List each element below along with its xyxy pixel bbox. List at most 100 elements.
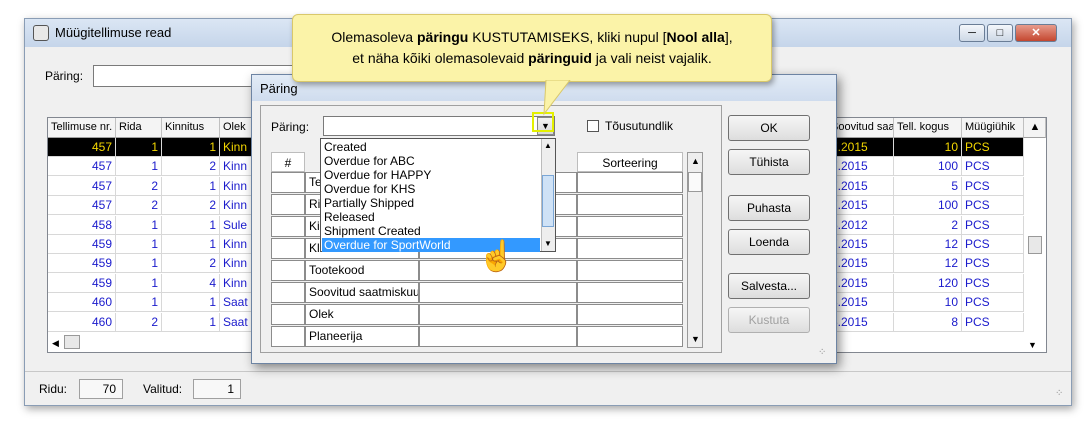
cancel-button[interactable]: Tühista	[728, 149, 810, 175]
column-header-date[interactable]: Soovitud saatm	[828, 118, 894, 138]
grid-scroll-up-arrow[interactable]: ▲	[691, 156, 700, 166]
grid-row-number-cell[interactable]	[271, 260, 305, 281]
table-cell-unit[interactable]: PCS	[962, 176, 1024, 196]
table-cell-line[interactable]: 1	[116, 293, 162, 313]
table-cell-unit[interactable]: PCS	[962, 235, 1024, 254]
dropdown-item[interactable]: Overdue for HAPPY	[322, 168, 540, 182]
table-cell-qty[interactable]: 100	[894, 196, 962, 216]
table-cell-confirm[interactable]: 1	[162, 176, 220, 196]
table-cell-confirm[interactable]: 1	[162, 138, 220, 157]
table-cell-confirm[interactable]: 2	[162, 157, 220, 177]
query-dropdown-list[interactable]: Created Overdue for ABC Overdue for HAPPY O…	[320, 138, 556, 252]
ok-button[interactable]: OK	[728, 115, 810, 141]
table-cell-confirm[interactable]: 1	[162, 235, 220, 254]
grid-field-cell[interactable]: Tootekood	[305, 260, 419, 281]
table-cell-date[interactable]: 7.2015	[828, 157, 894, 177]
query-combobox[interactable]	[323, 116, 555, 136]
table-cell-qty[interactable]: 2	[894, 215, 962, 235]
table-cell-qty[interactable]: 12	[894, 254, 962, 274]
table-cell-order[interactable]: 457	[48, 196, 116, 216]
column-header-confirm[interactable]: Kinnitus	[162, 118, 220, 138]
dropdown-item[interactable]: Shipment Created	[322, 224, 540, 238]
table-cell-unit[interactable]: PCS	[962, 312, 1024, 332]
dropdown-item[interactable]: Created	[322, 140, 540, 154]
grid-sort-cell[interactable]	[577, 260, 683, 281]
table-cell-date[interactable]: 7.2015	[828, 196, 894, 216]
count-button[interactable]: Loenda	[728, 229, 810, 255]
table-cell-confirm[interactable]: 4	[162, 273, 220, 293]
grid-row-number-cell[interactable]	[271, 216, 305, 237]
grid-row-number-cell[interactable]	[271, 282, 305, 303]
horizontal-scroll-thumb[interactable]	[64, 335, 80, 349]
grid-value-cell[interactable]	[419, 282, 577, 303]
grid-row-number-cell[interactable]	[271, 326, 305, 347]
save-button[interactable]: Salvesta...	[728, 273, 810, 299]
table-cell-date[interactable]: 7.2015	[828, 273, 894, 293]
table-cell-confirm[interactable]: 1	[162, 312, 220, 332]
grid-scroll-down-arrow[interactable]: ▼	[691, 334, 700, 344]
table-cell-qty[interactable]: 12	[894, 235, 962, 254]
maximize-button[interactable]: □	[987, 24, 1013, 42]
table-cell-qty[interactable]: 8	[894, 312, 962, 332]
table-cell-confirm[interactable]: 2	[162, 196, 220, 216]
grid-value-cell[interactable]	[419, 326, 577, 347]
case-sensitive-checkbox[interactable]	[587, 120, 599, 132]
table-cell-date[interactable]: 8.2015	[828, 293, 894, 313]
table-cell-order[interactable]: 457	[48, 176, 116, 196]
table-cell-qty[interactable]: 5	[894, 176, 962, 196]
table-cell-unit[interactable]: PCS	[962, 215, 1024, 235]
table-cell-unit[interactable]: PCS	[962, 138, 1024, 157]
table-cell-date[interactable]: 7.2015	[828, 254, 894, 274]
table-cell-confirm[interactable]: 1	[162, 215, 220, 235]
dropdown-scroll-up-arrow[interactable]: ▲	[544, 141, 552, 150]
grid-field-cell[interactable]: Olek	[305, 304, 419, 325]
table-cell-order[interactable]: 457	[48, 138, 116, 157]
table-cell-unit[interactable]: PCS	[962, 157, 1024, 177]
column-header-unit[interactable]: Müügiühik	[962, 118, 1024, 138]
dropdown-item[interactable]: Overdue for ABC	[322, 154, 540, 168]
grid-field-cell[interactable]: Soovitud saatmiskuu	[305, 282, 419, 303]
table-cell-unit[interactable]: PCS	[962, 293, 1024, 313]
grid-sort-cell[interactable]	[577, 304, 683, 325]
table-cell-line[interactable]: 1	[116, 273, 162, 293]
table-cell-qty[interactable]: 10	[894, 293, 962, 313]
table-cell-line[interactable]: 2	[116, 196, 162, 216]
table-cell-order[interactable]: 459	[48, 254, 116, 274]
grid-sort-cell[interactable]	[577, 326, 683, 347]
table-cell-line[interactable]: 2	[116, 176, 162, 196]
dropdown-scroll-thumb[interactable]	[542, 175, 554, 227]
table-cell-date[interactable]: 7.2015	[828, 138, 894, 157]
grid-sort-cell[interactable]	[577, 282, 683, 303]
table-cell-date[interactable]: 7.2015	[828, 176, 894, 196]
table-cell-date[interactable]: 5.2015	[828, 312, 894, 332]
table-cell-unit[interactable]: PCS	[962, 254, 1024, 274]
table-cell-confirm[interactable]: 2	[162, 254, 220, 274]
table-cell-unit[interactable]: PCS	[962, 273, 1024, 293]
column-header-order[interactable]: Tellimuse nr.	[48, 118, 116, 138]
grid-field-cell[interactable]: Planeerija	[305, 326, 419, 347]
resize-grip-icon[interactable]: ⁘	[1055, 388, 1063, 399]
grid-row-number-cell[interactable]	[271, 194, 305, 215]
minimize-button[interactable]: ─	[959, 24, 985, 42]
grid-scroll-thumb[interactable]	[688, 172, 702, 192]
table-cell-line[interactable]: 1	[116, 157, 162, 177]
table-cell-confirm[interactable]: 1	[162, 293, 220, 313]
table-cell-line[interactable]: 1	[116, 215, 162, 235]
dropdown-item[interactable]: Partially Shipped	[322, 196, 540, 210]
table-cell-qty[interactable]: 10	[894, 138, 962, 157]
vertical-scroll-thumb[interactable]	[1028, 236, 1042, 254]
grid-row-number-cell[interactable]	[271, 172, 305, 193]
table-cell-date[interactable]: 7.2015	[828, 235, 894, 254]
close-button[interactable]: ✕	[1015, 24, 1057, 42]
dialog-resize-grip-icon[interactable]: ⁘	[818, 347, 826, 358]
grid-value-cell[interactable]	[419, 304, 577, 325]
column-header-line[interactable]: Rida	[116, 118, 162, 138]
table-cell-qty[interactable]: 100	[894, 157, 962, 177]
table-cell-line[interactable]: 2	[116, 312, 162, 332]
table-cell-order[interactable]: 459	[48, 273, 116, 293]
table-cell-order[interactable]: 457	[48, 157, 116, 177]
table-cell-line[interactable]: 1	[116, 254, 162, 274]
dropdown-item[interactable]: Overdue for KHS	[322, 182, 540, 196]
grid-sort-cell[interactable]	[577, 172, 683, 193]
table-cell-order[interactable]: 460	[48, 312, 116, 332]
